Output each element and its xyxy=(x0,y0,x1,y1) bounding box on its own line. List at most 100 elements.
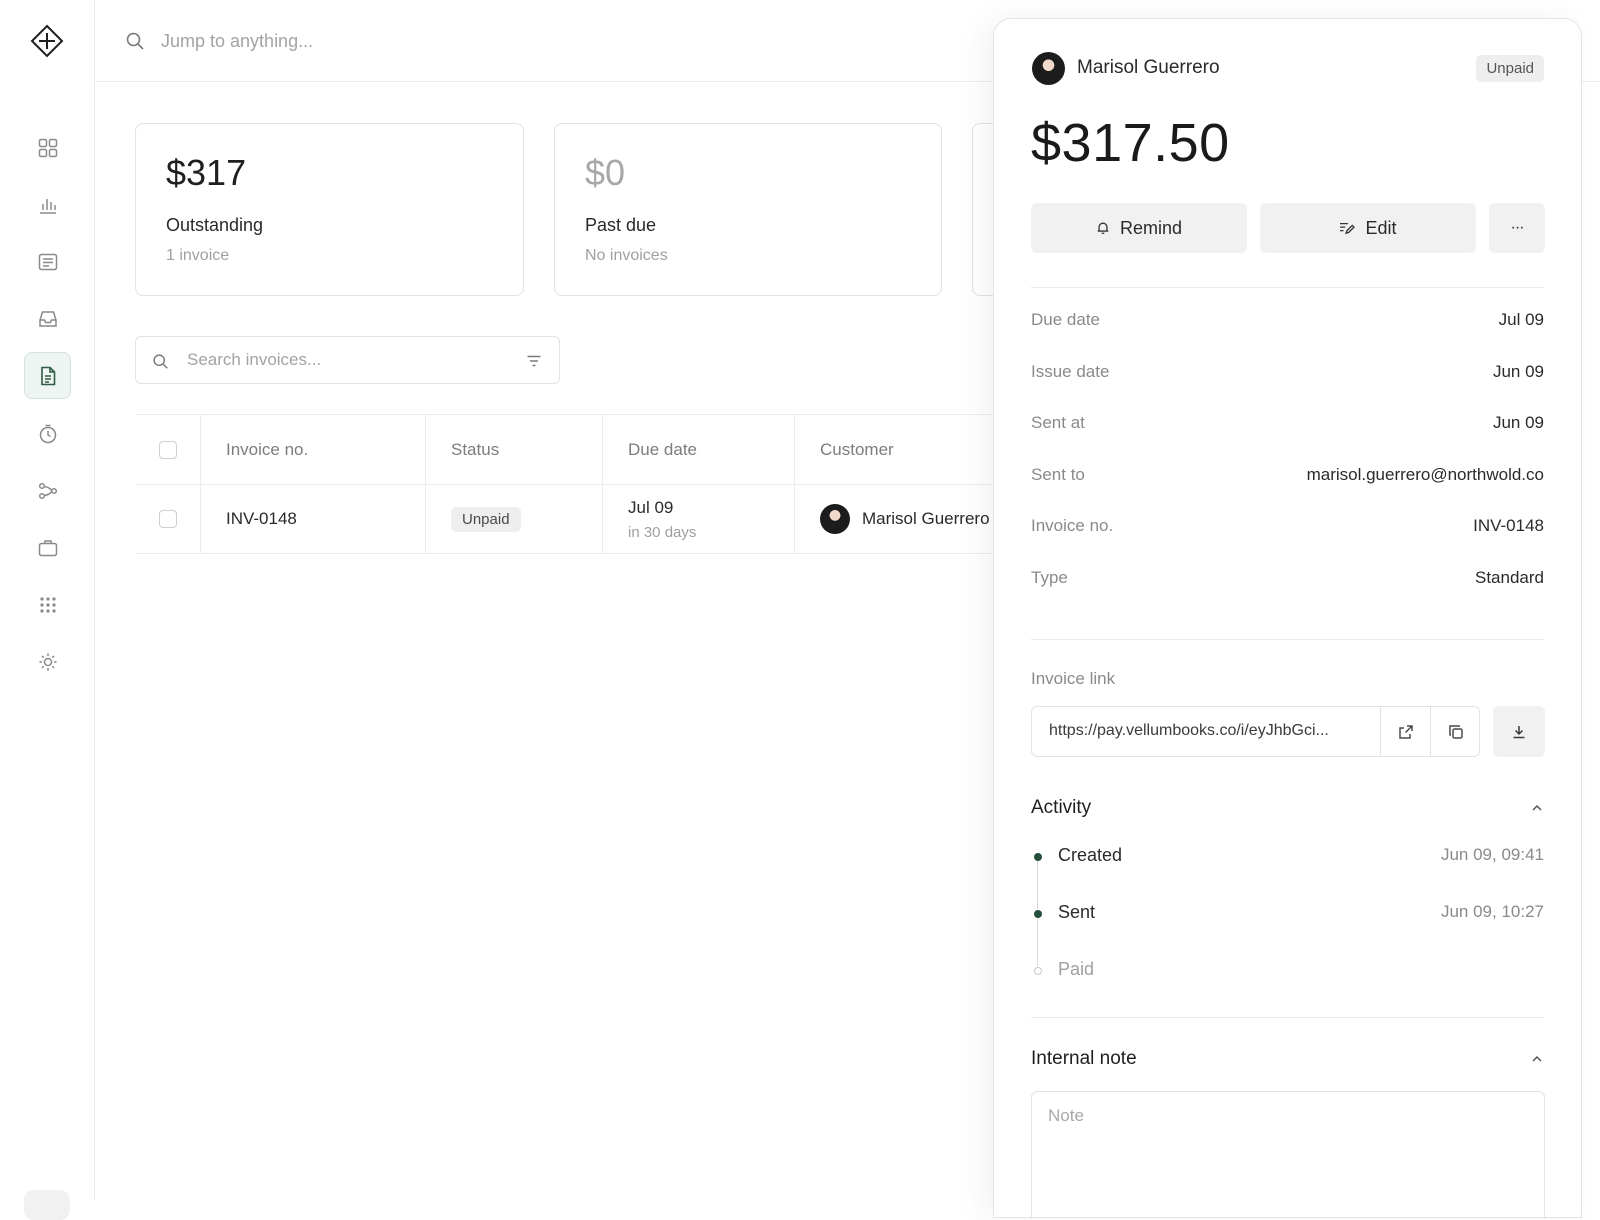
detail-label: Sent to xyxy=(1031,465,1085,484)
header-due-date[interactable]: Due date xyxy=(603,415,795,484)
document-icon[interactable] xyxy=(24,352,71,399)
invoice-link-box: https://pay.vellumbooks.co/i/eyJhbGci... xyxy=(1031,706,1480,757)
invoice-search xyxy=(135,336,560,384)
table-row[interactable]: INV-0148 Unpaid Jul 09 in 30 days Mariso… xyxy=(135,484,995,554)
divider xyxy=(1031,1017,1544,1018)
sidebar xyxy=(0,0,95,1220)
cell-invoice-no: INV-0148 xyxy=(201,485,426,553)
detail-label: Due date xyxy=(1031,310,1100,329)
activity-label: Paid xyxy=(1058,959,1095,979)
header-status[interactable]: Status xyxy=(426,415,603,484)
user-menu-button[interactable] xyxy=(24,1190,70,1220)
detail-value: INV-0148 xyxy=(1473,516,1544,535)
stat-label: Past due xyxy=(585,215,657,235)
due-date-text: Jul 09 xyxy=(628,497,674,517)
search-icon xyxy=(125,31,145,51)
logo-icon[interactable] xyxy=(30,24,64,58)
detail-value: Jul 09 xyxy=(1498,310,1544,329)
remind-button[interactable]: Remind xyxy=(1031,203,1247,253)
select-all-cell xyxy=(135,415,201,484)
download-icon[interactable] xyxy=(1493,706,1545,757)
detail-label: Type xyxy=(1031,568,1068,587)
detail-label: Issue date xyxy=(1031,362,1110,381)
invoice-link-text[interactable]: https://pay.vellumbooks.co/i/eyJhbGci... xyxy=(1049,722,1329,740)
status-badge: Unpaid xyxy=(1476,55,1544,82)
detail-value: Standard xyxy=(1475,568,1544,587)
invoice-search-input[interactable] xyxy=(187,347,507,373)
sun-icon[interactable] xyxy=(24,638,71,685)
bar-chart-icon[interactable] xyxy=(24,181,71,228)
detail-sent-to: Sent to marisol.guerrero@northwold.co xyxy=(1031,463,1544,487)
jump-search-input[interactable] xyxy=(161,26,661,56)
activity-item: Sent Jun 09, 10:27 xyxy=(1031,902,1544,926)
edit-button[interactable]: Edit xyxy=(1260,203,1476,253)
stat-card-outstanding[interactable]: $317 Outstanding 1 invoice xyxy=(135,123,524,296)
list-icon[interactable] xyxy=(24,238,71,285)
grid-icon[interactable] xyxy=(24,124,71,171)
invoice-table: Invoice no. Status Due date Customer INV… xyxy=(135,414,995,554)
activity-label: Sent xyxy=(1058,902,1096,922)
detail-value: Jun 09 xyxy=(1492,413,1544,432)
activity-title: Activity xyxy=(1031,797,1092,818)
stat-card-past-due[interactable]: $0 Past due No invoices xyxy=(554,123,942,296)
note-box xyxy=(1031,1091,1545,1217)
stat-sub: 1 invoice xyxy=(166,247,230,264)
detail-label: Invoice no. xyxy=(1031,516,1114,535)
due-relative-text: in 30 days xyxy=(628,523,697,541)
copy-icon[interactable] xyxy=(1430,707,1480,756)
filter-icon[interactable] xyxy=(526,353,542,369)
panel-customer-name: Marisol Guerrero xyxy=(1077,57,1220,78)
apps-icon[interactable] xyxy=(24,581,71,628)
invoice-link-label: Invoice link xyxy=(1031,669,1116,688)
detail-type: Type Standard xyxy=(1031,566,1544,590)
remind-label: Remind xyxy=(1119,217,1183,238)
activity-time: Jun 09, 09:41 xyxy=(1440,845,1544,864)
activity-item: Paid xyxy=(1031,959,1544,983)
stat-amount: $0 xyxy=(585,152,626,193)
stat-amount: $317 xyxy=(166,152,247,193)
header-invoice-no[interactable]: Invoice no. xyxy=(201,415,426,484)
avatar xyxy=(820,504,850,534)
row-checkbox[interactable] xyxy=(158,510,177,528)
edit-label: Edit xyxy=(1365,217,1397,238)
detail-sent-at: Sent at Jun 09 xyxy=(1031,411,1544,435)
chevron-up-icon[interactable] xyxy=(1530,801,1544,815)
internal-note-title: Internal note xyxy=(1031,1048,1137,1069)
invoice-amount: $317.50 xyxy=(1031,113,1230,173)
divider xyxy=(1031,639,1544,640)
activity-label: Created xyxy=(1058,845,1123,865)
select-all-checkbox[interactable] xyxy=(158,440,177,459)
detail-label: Sent at xyxy=(1031,413,1085,432)
more-button[interactable]: ··· xyxy=(1489,203,1545,253)
detail-value: Jun 09 xyxy=(1492,362,1544,381)
invoice-detail-panel: Marisol Guerrero Unpaid $317.50 Remind E… xyxy=(993,18,1582,1218)
timer-icon[interactable] xyxy=(24,410,71,457)
cell-due-date: Jul 09 in 30 days xyxy=(603,485,795,553)
table-header-row: Invoice no. Status Due date Customer xyxy=(135,414,995,484)
activity-dot xyxy=(1034,910,1042,918)
search-icon xyxy=(152,353,169,370)
activity-dot xyxy=(1034,967,1042,975)
stat-sub: No invoices xyxy=(585,247,668,264)
inbox-icon[interactable] xyxy=(24,295,71,342)
activity-dot xyxy=(1034,853,1042,861)
customer-name: Marisol Guerrero xyxy=(862,509,990,528)
detail-invoice-no: Invoice no. INV-0148 xyxy=(1031,514,1544,538)
bell-icon xyxy=(1096,221,1110,235)
edit-icon xyxy=(1339,221,1356,235)
chevron-up-icon[interactable] xyxy=(1530,1052,1544,1066)
divider xyxy=(1031,287,1544,288)
external-link-icon[interactable] xyxy=(1380,707,1430,756)
detail-due-date: Due date Jul 09 xyxy=(1031,308,1544,332)
detail-value: marisol.guerrero@northwold.co xyxy=(1306,465,1544,484)
activity-time: Jun 09, 10:27 xyxy=(1440,902,1544,921)
cell-status: Unpaid xyxy=(426,485,603,553)
cell-customer: Marisol Guerrero xyxy=(795,485,995,553)
status-badge: Unpaid xyxy=(451,506,521,532)
row-select-cell xyxy=(135,485,201,553)
header-customer[interactable]: Customer xyxy=(795,415,995,484)
activity-item: Created Jun 09, 09:41 xyxy=(1031,845,1544,869)
branch-icon[interactable] xyxy=(24,467,71,514)
briefcase-icon[interactable] xyxy=(24,524,71,571)
stat-label: Outstanding xyxy=(166,215,264,235)
